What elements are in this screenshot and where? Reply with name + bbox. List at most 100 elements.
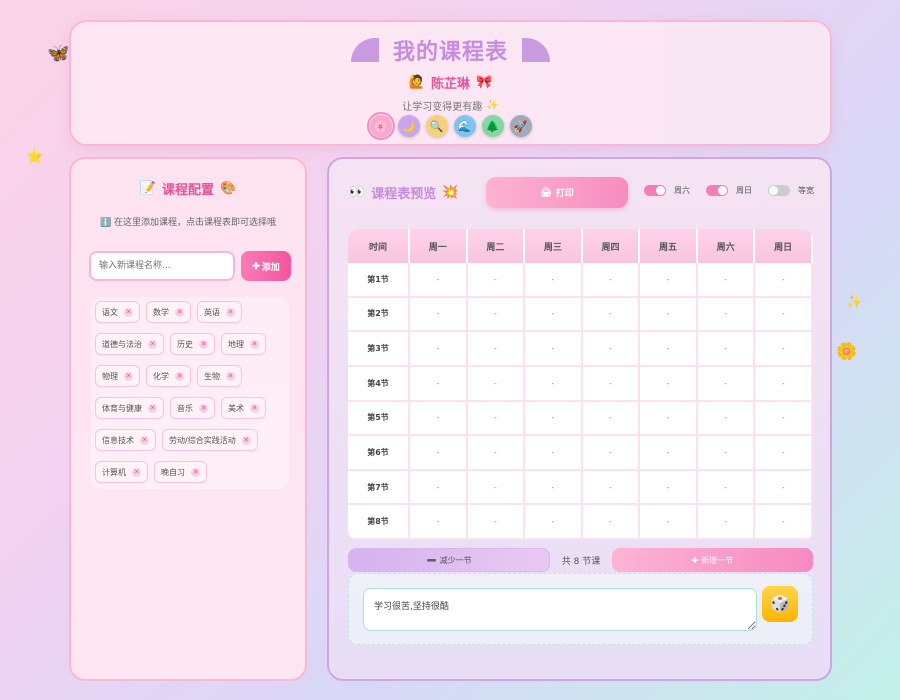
remove-icon[interactable]: ✕ — [148, 339, 157, 349]
schedule-cell[interactable]: - — [467, 366, 526, 402]
remove-icon[interactable]: ✕ — [191, 467, 200, 477]
schedule-cell[interactable]: - — [582, 332, 641, 367]
course-tag[interactable]: 数学 ✕ — [146, 301, 191, 323]
course-tag[interactable]: 语文 ✕ — [95, 301, 140, 323]
schedule-cell[interactable]: - — [697, 297, 756, 333]
schedule-cell[interactable]: - — [467, 263, 526, 298]
remove-icon[interactable]: ✕ — [148, 403, 157, 413]
rocket-theme-button[interactable]: 🚀 — [509, 115, 532, 137]
course-tag[interactable]: 计算机 ✕ — [95, 461, 148, 483]
remove-icon[interactable]: ✕ — [175, 371, 184, 381]
remove-icon[interactable]: ✕ — [199, 339, 208, 349]
schedule-cell[interactable]: - — [582, 366, 641, 402]
schedule-cell[interactable]: - — [755, 505, 813, 540]
schedule-cell[interactable]: - — [410, 332, 468, 367]
schedule-cell[interactable]: - — [525, 366, 583, 402]
schedule-cell[interactable]: - — [755, 366, 813, 402]
course-tag[interactable]: 生物 ✕ — [197, 365, 242, 387]
saturday-switch[interactable] — [644, 185, 666, 196]
toggle-equal-width[interactable]: 等宽 — [768, 185, 814, 196]
course-tag[interactable]: 音乐 ✕ — [170, 397, 215, 419]
schedule-cell[interactable]: - — [755, 263, 813, 298]
schedule-cell[interactable]: - — [410, 263, 468, 298]
remove-icon[interactable]: ✕ — [132, 467, 141, 477]
wave-theme-button[interactable]: 🌊 — [453, 115, 476, 137]
schedule-cell[interactable]: - — [640, 470, 698, 506]
schedule-cell[interactable]: - — [582, 505, 641, 540]
equal-width-switch[interactable] — [768, 185, 790, 196]
remove-icon[interactable]: ✕ — [140, 435, 149, 445]
course-tag[interactable]: 物理 ✕ — [95, 365, 140, 387]
schedule-cell[interactable]: - — [697, 332, 756, 367]
schedule-cell[interactable]: - — [582, 401, 641, 437]
schedule-cell[interactable]: - — [640, 297, 698, 333]
motto-input[interactable]: 学习很苦,坚持很酷 — [363, 588, 757, 631]
schedule-cell[interactable]: - — [467, 401, 526, 437]
schedule-cell[interactable]: - — [582, 263, 641, 298]
schedule-cell[interactable]: - — [525, 436, 583, 471]
course-tag[interactable]: 晚自习 ✕ — [154, 461, 207, 483]
schedule-cell[interactable]: - — [582, 297, 641, 333]
random-motto-button[interactable]: 🎲 — [762, 586, 798, 622]
schedule-cell[interactable]: - — [697, 366, 756, 402]
schedule-cell[interactable]: - — [410, 297, 468, 333]
course-tag[interactable]: 劳动/综合实践活动 ✕ — [162, 429, 258, 451]
flower-theme-button[interactable]: 🌸 — [366, 112, 395, 140]
course-name-input[interactable] — [89, 251, 235, 281]
schedule-cell[interactable]: - — [525, 263, 583, 298]
course-tag[interactable]: 道德与法治 ✕ — [95, 333, 164, 355]
schedule-cell[interactable]: - — [410, 401, 468, 437]
moon-theme-button[interactable]: 🌙 — [397, 115, 420, 137]
schedule-cell[interactable]: - — [410, 436, 468, 471]
remove-icon[interactable]: ✕ — [226, 307, 235, 317]
schedule-cell[interactable]: - — [697, 263, 756, 298]
print-button[interactable]: 🖨 打印 — [486, 177, 628, 208]
schedule-cell[interactable]: - — [525, 505, 583, 540]
schedule-cell[interactable]: - — [525, 401, 583, 437]
schedule-cell[interactable]: - — [525, 297, 583, 333]
schedule-cell[interactable]: - — [697, 505, 756, 540]
remove-period-button[interactable]: ➖ 减少一节 — [348, 548, 551, 572]
sunday-switch[interactable] — [706, 185, 728, 196]
schedule-cell[interactable]: - — [640, 332, 698, 367]
add-course-button[interactable]: ✚ 添加 — [241, 251, 291, 281]
toggle-sunday[interactable]: 周日 — [706, 185, 752, 196]
schedule-cell[interactable]: - — [467, 436, 526, 471]
schedule-cell[interactable]: - — [467, 470, 526, 506]
schedule-cell[interactable]: - — [755, 470, 813, 506]
schedule-cell[interactable]: - — [582, 470, 641, 506]
schedule-cell[interactable]: - — [697, 436, 756, 471]
course-tag[interactable]: 历史 ✕ — [170, 333, 215, 355]
schedule-cell[interactable]: - — [410, 366, 468, 402]
add-period-button[interactable]: ✚ 新增一节 — [611, 548, 813, 572]
course-tag[interactable]: 体育与健康 ✕ — [95, 397, 164, 419]
schedule-cell[interactable]: - — [467, 332, 526, 367]
schedule-cell[interactable]: - — [755, 401, 813, 437]
schedule-cell[interactable]: - — [525, 332, 583, 367]
course-tag[interactable]: 美术 ✕ — [221, 397, 266, 419]
remove-icon[interactable]: ✕ — [124, 307, 133, 317]
course-tag[interactable]: 英语 ✕ — [197, 301, 242, 323]
schedule-cell[interactable]: - — [410, 470, 468, 506]
schedule-cell[interactable]: - — [755, 332, 813, 367]
schedule-cell[interactable]: - — [640, 505, 698, 540]
schedule-cell[interactable]: - — [410, 505, 468, 540]
schedule-cell[interactable]: - — [467, 505, 526, 540]
schedule-cell[interactable]: - — [582, 436, 641, 471]
remove-icon[interactable]: ✕ — [226, 371, 235, 381]
remove-icon[interactable]: ✕ — [175, 307, 184, 317]
remove-icon[interactable]: ✕ — [250, 339, 259, 349]
course-tag[interactable]: 化学 ✕ — [146, 365, 191, 387]
course-tag[interactable]: 地理 ✕ — [221, 333, 266, 355]
schedule-cell[interactable]: - — [697, 470, 756, 506]
schedule-cell[interactable]: - — [755, 297, 813, 333]
course-tag[interactable]: 信息技术 ✕ — [95, 429, 156, 451]
schedule-cell[interactable]: - — [640, 263, 698, 298]
schedule-cell[interactable]: - — [755, 436, 813, 471]
tree-theme-button[interactable]: 🌲 — [481, 115, 504, 137]
remove-icon[interactable]: ✕ — [124, 371, 133, 381]
schedule-cell[interactable]: - — [467, 297, 526, 333]
schedule-cell[interactable]: - — [640, 401, 698, 437]
remove-icon[interactable]: ✕ — [250, 403, 259, 413]
schedule-cell[interactable]: - — [640, 366, 698, 402]
